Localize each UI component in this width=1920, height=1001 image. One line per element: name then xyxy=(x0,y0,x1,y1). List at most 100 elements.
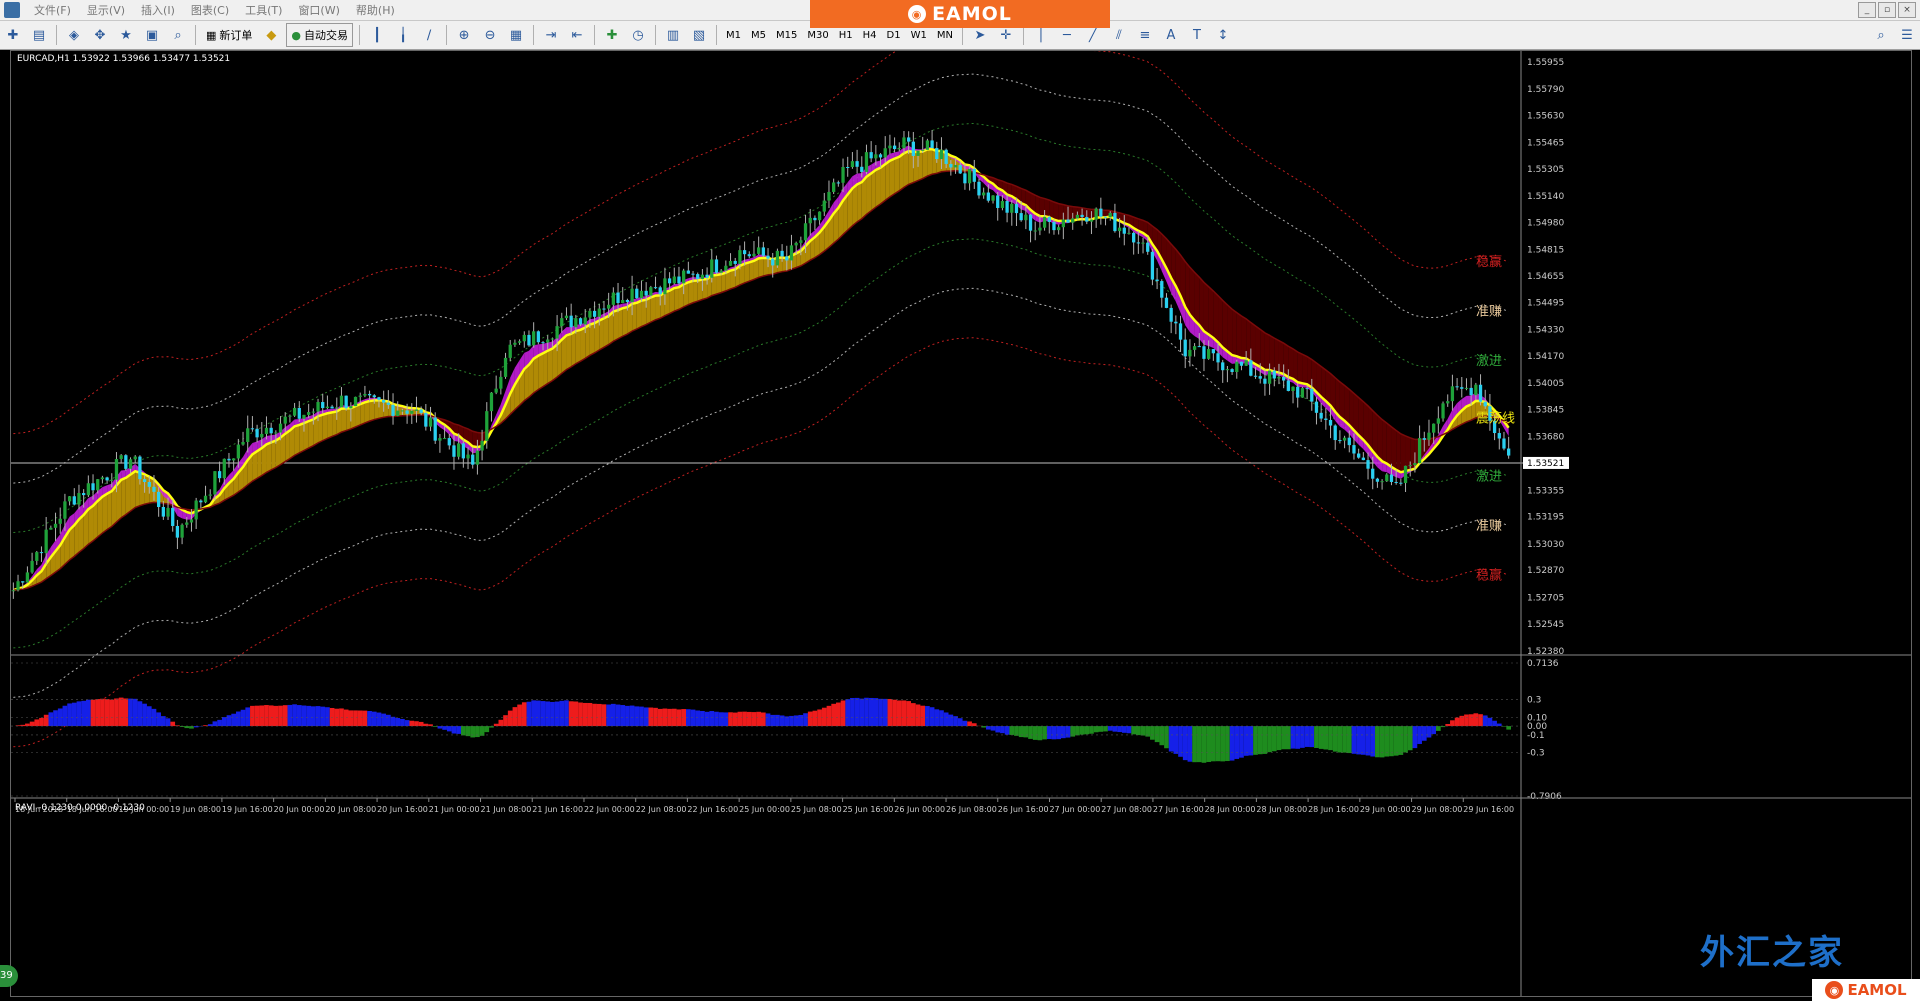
templates-icon[interactable]: ▥ xyxy=(662,24,684,46)
ma-fill-segment xyxy=(669,288,675,314)
candle-body xyxy=(166,507,170,517)
candle-body xyxy=(1080,214,1084,218)
candle-body xyxy=(171,507,175,526)
candle-body xyxy=(686,270,690,274)
ravi-bar xyxy=(775,714,780,727)
line-chart-icon[interactable]: ∕ xyxy=(418,24,440,46)
strategy-tester-icon[interactable]: ⌕ xyxy=(167,24,189,46)
band-labels: 稳赢准赚激进震荡线激进准赚稳赢 xyxy=(1476,254,1515,583)
ravi-tick-label: 0.3 xyxy=(1527,696,1541,706)
ravi-bar xyxy=(751,712,757,727)
meta-editor-icon[interactable]: ◆ xyxy=(260,24,282,46)
profiles-icon[interactable]: ▤ xyxy=(28,24,50,46)
candle-body xyxy=(813,217,817,221)
ravi-bar xyxy=(686,709,691,727)
chart-canvas[interactable]: 1.55955 1.55790 1.55630 1.55465 1.55305 1.551… xyxy=(11,51,1911,996)
search-icon[interactable]: ⌕ xyxy=(1870,24,1892,46)
indicators-icon[interactable]: ✚ xyxy=(601,24,623,46)
chart-window[interactable]: 1.55955 1.55790 1.55630 1.55465 1.55305 1.551… xyxy=(10,50,1912,997)
tile-windows-icon[interactable]: ▦ xyxy=(505,24,527,46)
ma-fill-segment xyxy=(1377,415,1383,462)
restore-button[interactable]: ▫ xyxy=(1878,2,1896,18)
menu-window[interactable]: 窗口(W) xyxy=(290,2,347,18)
chat-icon[interactable]: ☰ xyxy=(1896,24,1918,46)
time-tick-label: 21 Jun 16:00 xyxy=(532,805,583,814)
text-label-icon[interactable]: T xyxy=(1186,24,1208,46)
close-button[interactable]: × xyxy=(1898,2,1916,18)
zoom-out-icon[interactable]: ⊖ xyxy=(479,24,501,46)
timeframe-m1[interactable]: M1 xyxy=(721,30,746,41)
ravi-bar xyxy=(470,726,476,738)
ravi-tick-label: -0.7906 xyxy=(1527,792,1562,802)
menu-tools[interactable]: 工具(T) xyxy=(237,2,290,18)
text-icon[interactable]: A xyxy=(1160,24,1182,46)
candle-body xyxy=(527,334,531,346)
candle-body xyxy=(1160,281,1164,298)
candle-body xyxy=(241,441,245,445)
candle-body xyxy=(1389,474,1394,482)
ma-fill-segment xyxy=(346,408,351,431)
candle-body xyxy=(325,406,330,409)
data-window-icon[interactable]: ✥ xyxy=(89,24,111,46)
ma-fill-segment xyxy=(1288,346,1294,379)
timeframe-h4[interactable]: H4 xyxy=(858,30,882,41)
candle-body xyxy=(217,471,222,479)
chart-templates-icon[interactable]: ▧ xyxy=(688,24,710,46)
menu-help[interactable]: 帮助(H) xyxy=(348,2,403,18)
price-tick-label: 1.53195 xyxy=(1527,513,1564,523)
candle-body xyxy=(302,414,306,419)
candle-body xyxy=(1282,376,1286,381)
timeframe-m5[interactable]: M5 xyxy=(746,30,771,41)
auto-scroll-icon[interactable]: ⇥ xyxy=(540,24,562,46)
ma-fill-segment xyxy=(275,437,281,468)
menu-charts[interactable]: 图表(C) xyxy=(183,2,237,18)
ma-fill-segment xyxy=(702,279,708,300)
ravi-bar xyxy=(606,704,611,727)
menu-view[interactable]: 显示(V) xyxy=(79,2,133,18)
candle-body xyxy=(667,278,672,284)
candle-body xyxy=(1286,380,1290,391)
timeframe-h1[interactable]: H1 xyxy=(834,30,858,41)
menu-insert[interactable]: 插入(I) xyxy=(133,2,183,18)
new-chart-icon[interactable]: ✚ xyxy=(2,24,24,46)
new-order-button[interactable]: ▦ 新订单 xyxy=(202,24,256,46)
ma-fill-segment xyxy=(711,275,717,296)
arrows-icon[interactable]: ↕ xyxy=(1212,24,1234,46)
terminal-icon[interactable]: ▣ xyxy=(141,24,163,46)
ravi-bar xyxy=(953,716,958,727)
timeframe-d1[interactable]: D1 xyxy=(882,30,906,41)
candle-body xyxy=(714,259,719,273)
candle-body xyxy=(897,148,901,150)
ma-fill-segment xyxy=(341,408,347,433)
candle-body xyxy=(49,527,53,530)
market-watch-icon[interactable]: ◈ xyxy=(63,24,85,46)
time-tick-label: 21 Jun 00:00 xyxy=(429,805,480,814)
candle-body xyxy=(592,310,597,317)
candle-body xyxy=(377,397,381,400)
candle-body xyxy=(1502,438,1506,449)
timeframe-w1[interactable]: W1 xyxy=(906,30,932,41)
candle-body xyxy=(330,406,334,409)
ma-fill-segment xyxy=(538,353,544,390)
candlestick-icon[interactable]: ╽ xyxy=(392,24,414,46)
candle-body xyxy=(1197,346,1201,348)
channel-icon[interactable]: ⫽ xyxy=(1108,24,1130,46)
minimize-button[interactable]: _ xyxy=(1858,2,1876,18)
ravi-bar xyxy=(357,710,363,727)
timeframe-m15[interactable]: M15 xyxy=(771,30,802,41)
periods-icon[interactable]: ◷ xyxy=(627,24,649,46)
chart-shift-icon[interactable]: ⇤ xyxy=(566,24,588,46)
timeframe-mn[interactable]: MN xyxy=(932,30,958,41)
auto-trading-button[interactable]: ● 自动交易 xyxy=(286,23,354,47)
menu-file[interactable]: 文件(F) xyxy=(26,2,79,18)
candle-body xyxy=(353,396,358,407)
timeframe-m30[interactable]: M30 xyxy=(802,30,833,41)
ma-fill-segment xyxy=(1302,354,1308,385)
bar-chart-icon[interactable]: ┃ xyxy=(366,24,388,46)
candle-body xyxy=(1057,227,1061,231)
candle-body xyxy=(1094,208,1098,220)
navigator-icon[interactable]: ★ xyxy=(115,24,137,46)
zoom-in-icon[interactable]: ⊕ xyxy=(453,24,475,46)
candle-body xyxy=(1375,478,1380,482)
fibonacci-icon[interactable]: ≡ xyxy=(1134,24,1156,46)
